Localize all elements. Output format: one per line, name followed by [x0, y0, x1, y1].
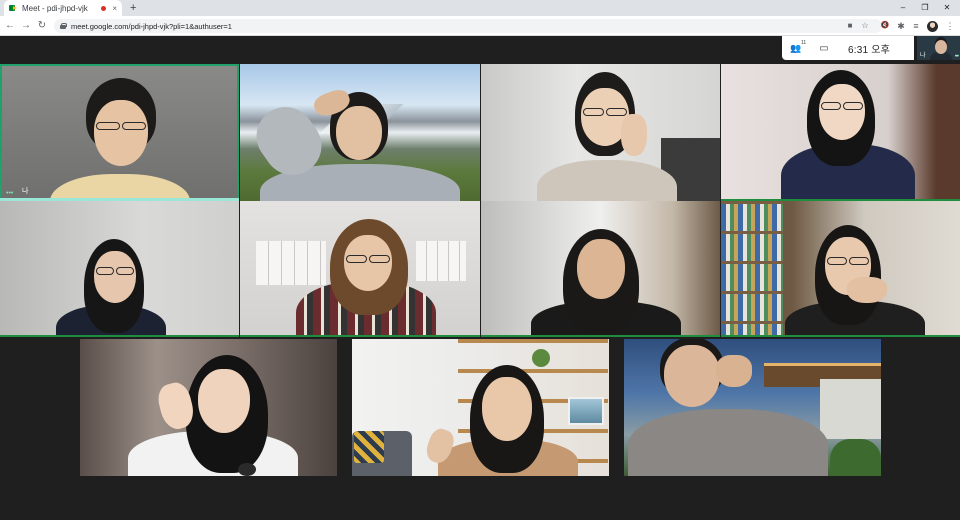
- participant-body: [537, 160, 677, 201]
- tile-name-label: 나: [22, 188, 29, 195]
- bookshelf-background: [721, 201, 783, 337]
- shrubs: [830, 439, 881, 476]
- browser-toolbar: ← → ↻ meet.google.com/pdi-jhpd-vjk?pli=1…: [0, 16, 960, 36]
- active-indicator: [481, 335, 720, 337]
- meeting-info-bar: 👥 11 ▭ 6:31 오후: [782, 36, 914, 60]
- browser-menu-icon[interactable]: ⋮: [944, 19, 956, 33]
- video-tile-10[interactable]: [352, 339, 609, 476]
- participant-count: 11: [801, 40, 807, 46]
- back-arrow-icon[interactable]: ←: [3, 19, 17, 33]
- speaking-indicator-icon: •••: [6, 190, 14, 197]
- participant-body: [50, 174, 190, 201]
- participant-peace-hand: [621, 114, 647, 156]
- participant-glasses: [346, 255, 367, 263]
- video-tile-4[interactable]: [721, 64, 960, 201]
- profile-avatar[interactable]: [927, 21, 938, 32]
- wall-art-grid: [256, 241, 326, 285]
- participant-glasses: [843, 102, 863, 110]
- participant-glasses: [849, 257, 869, 265]
- cushion: [354, 431, 384, 463]
- participant-glasses: [116, 267, 134, 275]
- participant-face: [482, 377, 532, 441]
- self-view-name: 나: [920, 53, 926, 59]
- participant-glasses: [827, 257, 847, 265]
- recording-indicator-icon: [101, 5, 107, 11]
- participant-face: [819, 84, 865, 140]
- close-window-button[interactable]: ✕: [934, 0, 960, 16]
- participant-hand: [716, 355, 752, 387]
- people-button[interactable]: 👥 11: [782, 36, 810, 60]
- participant-glasses: [606, 108, 627, 116]
- participant-face: [577, 239, 625, 299]
- video-tile-8[interactable]: [721, 201, 960, 337]
- video-tile-9[interactable]: [80, 339, 337, 476]
- meeting-clock: 6:31 오후: [848, 44, 891, 56]
- participant-face: [198, 369, 250, 433]
- participant-glasses: [96, 122, 120, 130]
- participant-face: [94, 100, 148, 166]
- forward-arrow-icon[interactable]: →: [19, 19, 33, 33]
- address-bar[interactable]: meet.google.com/pdi-jhpd-vjk?pli=1&authu…: [54, 19, 882, 33]
- house-wall: [820, 379, 881, 439]
- video-tile-7[interactable]: [481, 201, 720, 337]
- self-view-tile[interactable]: 나 •••: [917, 36, 960, 60]
- self-view-options-icon[interactable]: •••: [955, 54, 959, 60]
- extensions-puzzle-icon[interactable]: ✱: [895, 19, 907, 33]
- camera-in-use-icon[interactable]: ■: [845, 19, 855, 33]
- participant-face: [664, 345, 720, 407]
- url-text[interactable]: meet.google.com/pdi-jhpd-vjk?pli=1&authu…: [71, 22, 232, 31]
- plant: [532, 349, 550, 367]
- framed-picture: [568, 397, 604, 425]
- chat-button[interactable]: ▭: [810, 36, 838, 60]
- participant-face: [336, 106, 382, 160]
- participant-glasses: [96, 267, 114, 275]
- participant-hand: [847, 277, 887, 303]
- close-tab-icon[interactable]: ×: [112, 4, 117, 13]
- video-tile-5[interactable]: [0, 201, 239, 337]
- participant-glasses: [583, 108, 604, 116]
- participant-face: [344, 235, 392, 291]
- active-indicator: [721, 335, 960, 337]
- wall-art-grid: [416, 241, 466, 281]
- participant-glasses: [821, 102, 841, 110]
- media-control-icon[interactable]: ≡: [910, 19, 922, 33]
- tab-title: Meet - pdi-jhpd-vjk: [22, 3, 88, 13]
- video-tile-1[interactable]: ••• 나: [0, 64, 239, 201]
- mute-tab-icon[interactable]: 🔇: [879, 19, 891, 33]
- active-indicator: [240, 335, 480, 337]
- reload-icon[interactable]: ↻: [35, 19, 49, 33]
- video-tile-6[interactable]: [240, 201, 480, 337]
- google-meet-favicon-icon: [9, 4, 17, 12]
- participant-glasses: [122, 122, 146, 130]
- participant-face: [94, 251, 136, 303]
- video-tile-2[interactable]: [240, 64, 480, 201]
- new-tab-button[interactable]: +: [130, 1, 136, 15]
- browser-tab-strip: Meet - pdi-jhpd-vjk × + – ❐ ✕: [0, 0, 960, 16]
- lock-icon[interactable]: [60, 23, 67, 29]
- video-tile-11[interactable]: [624, 339, 881, 476]
- video-tile-3[interactable]: [481, 64, 720, 201]
- bookmark-star-icon[interactable]: ☆: [860, 19, 870, 33]
- chat-icon: ▭: [819, 42, 829, 54]
- microphone: [238, 463, 256, 476]
- people-icon: 👥: [790, 42, 802, 53]
- participant-glasses: [369, 255, 390, 263]
- self-view-face: [935, 40, 947, 54]
- active-indicator: [0, 335, 239, 337]
- browser-tab-meet[interactable]: Meet - pdi-jhpd-vjk ×: [4, 0, 122, 16]
- participant-body: [628, 409, 828, 476]
